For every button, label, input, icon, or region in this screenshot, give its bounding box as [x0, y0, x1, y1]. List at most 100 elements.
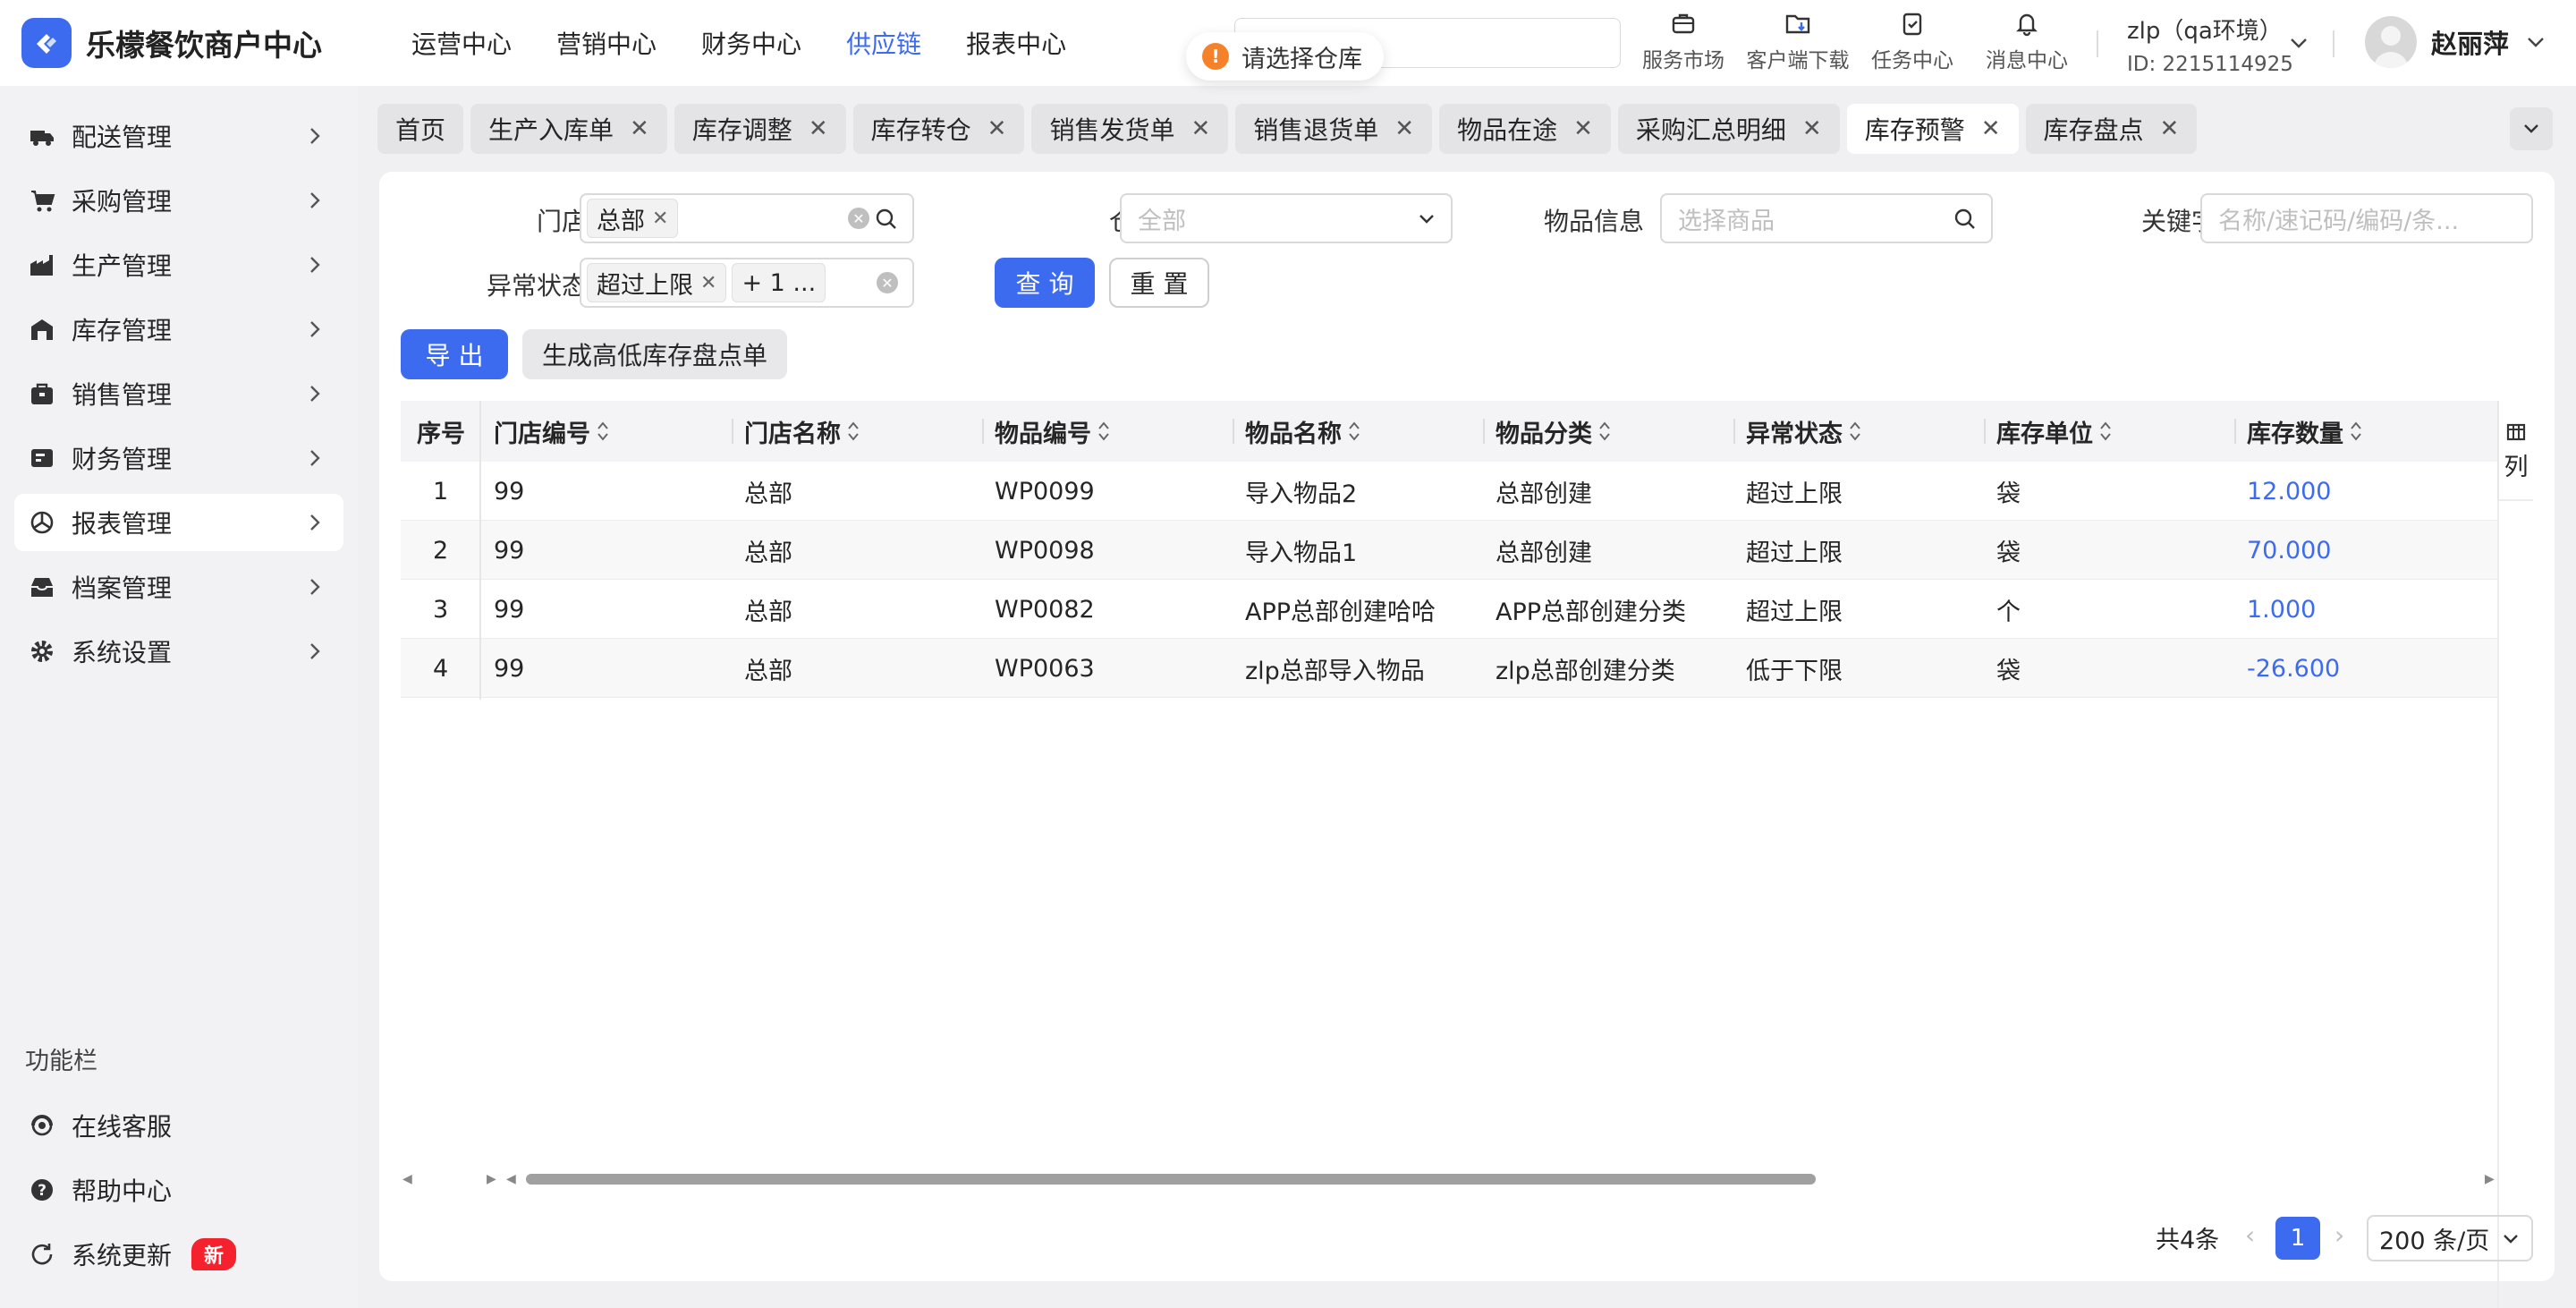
topnav-marketing[interactable]: 营销中心	[556, 25, 657, 61]
status-more-tag: + 1 ...	[732, 263, 826, 302]
clear-icon[interactable]: ✕	[877, 272, 898, 293]
table-row[interactable]: 4 99 总部 WP0063 zlp总部导入物品 zlp总部创建分类 低于下限 …	[401, 639, 2497, 698]
topnav-supply-chain[interactable]: 供应链	[846, 25, 921, 61]
sidebar-item-purchase[interactable]: 采购管理	[14, 172, 343, 229]
search-icon[interactable]	[873, 206, 900, 233]
truck-icon	[29, 123, 55, 149]
tab-production-inbound[interactable]: 生产入库单 ✕	[470, 104, 667, 154]
sidebar-item-sales[interactable]: 销售管理	[14, 365, 343, 422]
sidebar-item-help-center[interactable]: ? 帮助中心	[14, 1161, 343, 1219]
next-page-icon[interactable]: ›	[2334, 1220, 2344, 1250]
table-header: 序号 门店编号 门店名称 物品编号 物品名称 物品分类 异常状态 库存单位 库存…	[401, 401, 2497, 462]
sidebar-item-system-settings[interactable]: 系统设置	[14, 623, 343, 680]
stock-alert-table: 序号 门店编号 门店名称 物品编号 物品名称 物品分类 异常状态 库存单位 库存…	[401, 401, 2497, 698]
environment-switcher[interactable]: zlp（qa环境） ID: 2215114925	[2127, 13, 2293, 76]
sort-icon	[597, 421, 608, 441]
search-icon	[1954, 208, 1975, 229]
app-logo[interactable]: 乐檬餐饮商户中心	[21, 18, 352, 68]
topnav-reports[interactable]: 报表中心	[966, 25, 1066, 61]
column-header-store-code[interactable]: 门店编号	[494, 401, 610, 462]
column-header-store-name[interactable]: 门店名称	[744, 401, 860, 462]
column-header-stock-quantity[interactable]: 库存数量	[2247, 401, 2363, 462]
tab-goods-in-transit[interactable]: 物品在途 ✕	[1439, 104, 1611, 154]
column-header-item-category[interactable]: 物品分类	[1496, 401, 1612, 462]
table-row[interactable]: 3 99 总部 WP0082 APP总部创建哈哈 APP总部创建分类 超过上限 …	[401, 580, 2497, 639]
chevron-right-icon	[310, 386, 320, 402]
column-divider	[982, 419, 984, 444]
tab-sales-return[interactable]: 销售退货单 ✕	[1235, 104, 1433, 154]
tab-stock-adjust[interactable]: 库存调整 ✕	[674, 104, 846, 154]
export-button[interactable]: 导 出	[401, 329, 508, 379]
horizontal-scrollbar[interactable]: ◀ ▶ ◀ ▶	[401, 1168, 2497, 1190]
tab-stocktaking[interactable]: 库存盘点 ✕	[2025, 104, 2198, 154]
table-row[interactable]: 1 99 总部 WP0099 导入物品2 总部创建 超过上限 袋 12.000	[401, 462, 2497, 521]
stock-quantity-link[interactable]: 12.000	[2247, 462, 2331, 521]
topnav-operations[interactable]: 运营中心	[411, 25, 512, 61]
tag-close-icon[interactable]: ✕	[700, 272, 716, 294]
service-market-button[interactable]: 服务市场	[1626, 9, 1741, 73]
chevron-down-icon[interactable]	[2286, 30, 2311, 55]
user-name: 赵丽萍	[2431, 29, 2510, 59]
query-button[interactable]: 查 询	[995, 258, 1095, 308]
close-icon[interactable]: ✕	[2160, 117, 2180, 140]
client-download-button[interactable]: 客户端下载	[1741, 9, 1855, 73]
close-icon[interactable]: ✕	[1802, 117, 1822, 140]
user-menu[interactable]: 赵丽萍	[2365, 16, 2548, 68]
column-settings-button[interactable]: 列	[2497, 401, 2533, 501]
warehouse-select[interactable]: 全部	[1120, 193, 1453, 243]
stock-quantity-link[interactable]: 70.000	[2247, 521, 2331, 580]
column-divider	[1733, 419, 1735, 444]
stock-quantity-link[interactable]: 1.000	[2247, 580, 2316, 639]
sort-icon	[2351, 421, 2361, 441]
tabs-more-button[interactable]	[2510, 107, 2553, 150]
close-icon[interactable]: ✕	[1573, 117, 1593, 140]
close-icon[interactable]: ✕	[1981, 117, 2001, 140]
message-center-button[interactable]: 消息中心	[1970, 9, 2084, 73]
tab-stock-transfer[interactable]: 库存转仓 ✕	[852, 104, 1025, 154]
scroll-left-icon[interactable]: ◀	[506, 1172, 516, 1186]
tab-sales-delivery[interactable]: 销售发货单 ✕	[1031, 104, 1229, 154]
store-select[interactable]: 总部 ✕ ✕	[580, 193, 914, 243]
reset-button[interactable]: 重 置	[1109, 258, 1209, 308]
close-icon[interactable]: ✕	[809, 117, 828, 140]
sidebar-item-archives[interactable]: 档案管理	[14, 558, 343, 616]
clear-icon[interactable]: ✕	[848, 208, 869, 229]
stock-quantity-link[interactable]: -26.600	[2247, 639, 2340, 698]
page-size-select[interactable]: 200 条/页	[2367, 1215, 2533, 1261]
column-header-stock-unit[interactable]: 库存单位	[1996, 401, 2113, 462]
sidebar-item-production[interactable]: 生产管理	[14, 236, 343, 293]
tab-purchase-summary[interactable]: 采购汇总明细 ✕	[1617, 104, 1840, 154]
close-icon[interactable]: ✕	[1394, 117, 1414, 140]
scroll-right-icon[interactable]: ▶	[2485, 1172, 2495, 1186]
prev-page-icon[interactable]: ‹	[2245, 1220, 2255, 1250]
scroll-right-icon[interactable]: ▶	[487, 1172, 496, 1186]
generate-stocktake-button[interactable]: 生成高低库存盘点单	[522, 329, 787, 379]
page-number-current[interactable]: 1	[2275, 1217, 2320, 1260]
abnormal-status-select[interactable]: 超过上限 ✕ + 1 ... ✕	[580, 258, 914, 308]
sidebar-item-delivery[interactable]: 配送管理	[14, 107, 343, 165]
sidebar-item-finance[interactable]: 财务管理	[14, 429, 343, 487]
sidebar-item-online-service[interactable]: 在线客服	[14, 1097, 343, 1154]
tab-stock-alert[interactable]: 库存预警 ✕	[1846, 104, 2019, 154]
column-header-item-code[interactable]: 物品编号	[995, 401, 1111, 462]
task-center-button[interactable]: 任务中心	[1855, 9, 1970, 73]
sidebar-item-inventory[interactable]: 库存管理	[14, 301, 343, 358]
sidebar-item-system-update[interactable]: 系统更新 新	[14, 1226, 343, 1283]
chevron-right-icon	[310, 643, 320, 659]
topnav-finance[interactable]: 财务中心	[701, 25, 801, 61]
chevron-right-icon	[310, 192, 320, 208]
close-icon[interactable]: ✕	[1191, 117, 1210, 140]
column-divider	[2234, 419, 2236, 444]
tag-close-icon[interactable]: ✕	[652, 208, 668, 230]
scrollbar-thumb[interactable]	[526, 1174, 1816, 1185]
tab-home[interactable]: 首页	[377, 104, 464, 154]
item-info-select[interactable]: 选择商品	[1660, 193, 1993, 243]
sidebar-item-reports[interactable]: 报表管理	[14, 494, 343, 551]
scroll-left-icon[interactable]: ◀	[402, 1172, 412, 1186]
column-header-item-name[interactable]: 物品名称	[1245, 401, 1361, 462]
keyword-input[interactable]: 名称/速记码/编码/条...	[2200, 193, 2533, 243]
close-icon[interactable]: ✕	[630, 117, 649, 140]
column-header-abnormal-status[interactable]: 异常状态	[1746, 401, 1862, 462]
table-row[interactable]: 2 99 总部 WP0098 导入物品1 总部创建 超过上限 袋 70.000	[401, 521, 2497, 580]
close-icon[interactable]: ✕	[987, 117, 1007, 140]
